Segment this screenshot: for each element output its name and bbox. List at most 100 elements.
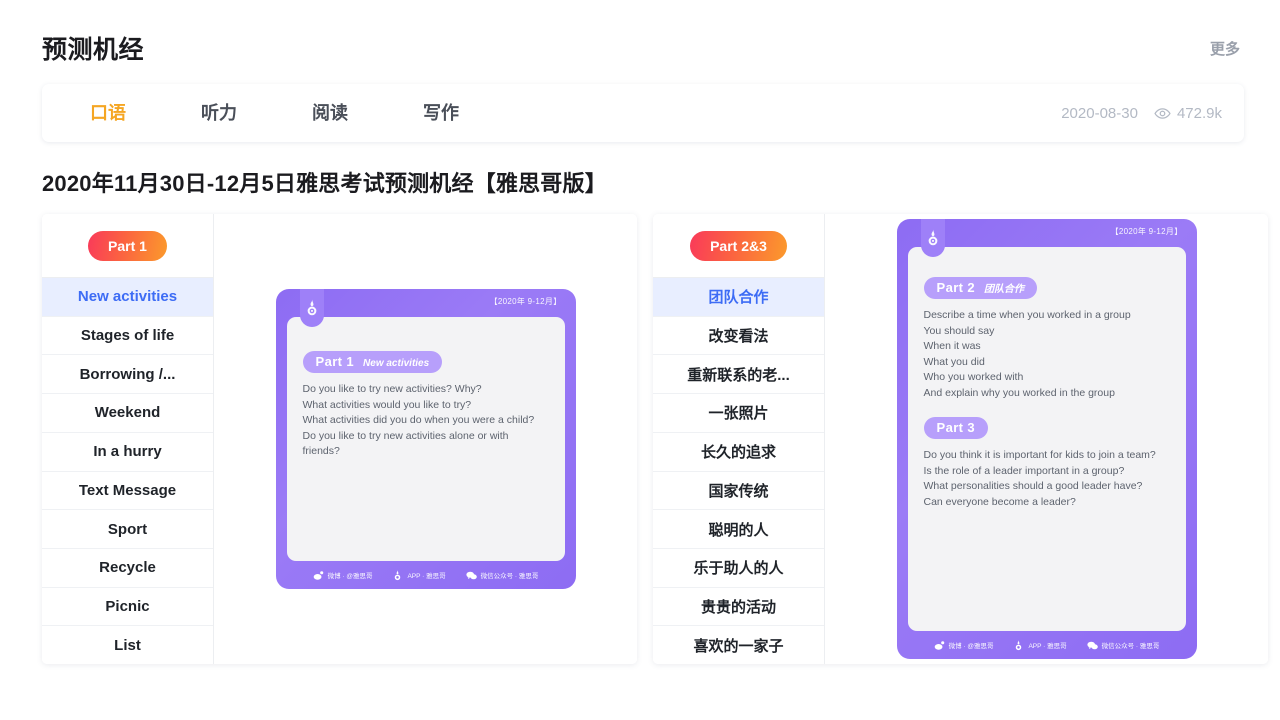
topic-list-part1: Part 1 New activities Stages of life Bor…: [42, 214, 214, 664]
list-item[interactable]: 乐于助人的人: [653, 549, 824, 588]
footer-wechat: 微信公众号 · 雅思哥: [466, 570, 539, 581]
poster-part-chip: Part 2 团队合作: [924, 277, 1038, 299]
poster-question: What personalities should a good leader …: [924, 479, 1170, 495]
footer-app-label: APP · 雅思哥: [407, 570, 445, 580]
tab-list: 口语 听力 阅读 写作: [64, 84, 514, 142]
poster-question: Is the role of a leader important in a g…: [924, 464, 1170, 480]
poster-footer-part23: 微博 · @雅思哥 APP · 雅思哥: [908, 631, 1186, 659]
poster-part-label: Part 3: [937, 420, 976, 435]
poster-topic-label: 团队合作: [984, 280, 1024, 295]
list-item[interactable]: 聪明的人: [653, 510, 824, 549]
top-header: 预测机经 更多: [0, 0, 1280, 70]
tab-writing[interactable]: 写作: [403, 84, 479, 142]
poster-question: And explain why you worked in the group: [924, 386, 1170, 402]
list-item[interactable]: New activities: [42, 278, 213, 317]
poster-card-part23[interactable]: 【2020年 9-12月】 Part 2 团队合作: [897, 219, 1197, 659]
poster-footer-part1: 微博 · @雅思哥 APP · 雅思哥: [287, 561, 565, 589]
list-item[interactable]: In a hurry: [42, 433, 213, 472]
poster-question: Do you like to try new activities alone …: [303, 429, 549, 460]
footer-weibo-label: 微博 · @雅思哥: [949, 640, 994, 650]
footer-weibo-label: 微博 · @雅思哥: [328, 570, 373, 580]
article-title: 2020年11月30日-12月5日雅思考试预测机经【雅思哥版】: [42, 166, 1280, 198]
footer-weibo: 微博 · @雅思哥: [934, 640, 994, 651]
list-item[interactable]: List: [42, 626, 213, 664]
list-item[interactable]: 国家传统: [653, 472, 824, 511]
poster-body-part1: Part 1 New activities Do you like to try…: [287, 317, 565, 561]
page-title: 预测机经: [42, 30, 144, 66]
topic-list-part23: Part 2&3 团队合作 改变看法 重新联系的老... 一张照片 长久的追求 …: [653, 214, 825, 664]
part23-badge[interactable]: Part 2&3: [690, 231, 787, 261]
poster-question: Can everyone become a leader?: [924, 495, 1170, 511]
preview-part1: 【2020年 9-12月】 Part 1 New activities: [214, 214, 637, 664]
poster-question: Do you like to try new activities? Why?: [303, 382, 549, 398]
poster-block-gap: [924, 401, 1170, 417]
poster-part-chip: Part 1 New activities: [303, 351, 443, 373]
flame-icon: [305, 299, 319, 317]
wechat-icon: [466, 570, 477, 581]
tab-reading[interactable]: 阅读: [292, 84, 368, 142]
list-item[interactable]: Sport: [42, 510, 213, 549]
list-item[interactable]: 贵贵的活动: [653, 588, 824, 627]
poster-question-list: Describe a time when you worked in a gro…: [924, 308, 1170, 401]
poster-question: Who you worked with: [924, 370, 1170, 386]
poster-topic-label: New activities: [363, 358, 429, 369]
poster-question: When it was: [924, 339, 1170, 355]
tab-listening[interactable]: 听力: [181, 84, 257, 142]
page-root: 预测机经 更多 口语 听力 阅读 写作 2020-08-30 472.9k 20…: [0, 0, 1280, 720]
list-item[interactable]: 喜欢的一家子: [653, 626, 824, 664]
part1-badge-header: Part 1: [42, 214, 213, 278]
view-count: 472.9k: [1154, 105, 1222, 122]
article-meta: 2020-08-30 472.9k: [1061, 105, 1222, 122]
panel-part1: Part 1 New activities Stages of life Bor…: [42, 214, 637, 664]
content-row: Part 1 New activities Stages of life Bor…: [42, 214, 1280, 664]
list-item[interactable]: Recycle: [42, 549, 213, 588]
footer-app: APP · 雅思哥: [1013, 640, 1066, 651]
preview-part23: 【2020年 9-12月】 Part 2 团队合作: [825, 214, 1268, 664]
poster-question: You should say: [924, 324, 1170, 340]
poster-part-label: Part 2: [937, 280, 976, 295]
poster-body-part23: Part 2 团队合作 Describe a time when you wor…: [908, 247, 1186, 631]
footer-weibo: 微博 · @雅思哥: [313, 570, 373, 581]
poster-question-list: Do you like to try new activities? Why? …: [303, 382, 549, 460]
footer-wechat: 微信公众号 · 雅思哥: [1087, 640, 1160, 651]
weibo-icon: [934, 640, 945, 651]
app-icon: [392, 570, 403, 581]
poster-corner-label: 【2020年 9-12月】: [490, 296, 562, 307]
list-item[interactable]: 团队合作: [653, 278, 824, 317]
publish-date: 2020-08-30: [1061, 105, 1138, 122]
footer-app-label: APP · 雅思哥: [1028, 640, 1066, 650]
more-link[interactable]: 更多: [1210, 38, 1240, 59]
poster-question: Describe a time when you worked in a gro…: [924, 308, 1170, 324]
poster-card-part1[interactable]: 【2020年 9-12月】 Part 1 New activities: [276, 289, 576, 589]
tab-speaking[interactable]: 口语: [70, 84, 146, 142]
poster-question: Do you think it is important for kids to…: [924, 448, 1170, 464]
tab-bar: 口语 听力 阅读 写作 2020-08-30 472.9k: [42, 84, 1244, 142]
view-count-label: 472.9k: [1177, 105, 1222, 122]
poster-question: What activities did you do when you were…: [303, 413, 549, 429]
list-item[interactable]: Borrowing /...: [42, 355, 213, 394]
list-item[interactable]: 改变看法: [653, 317, 824, 356]
poster-part-chip: Part 3: [924, 417, 989, 439]
list-item[interactable]: 长久的追求: [653, 433, 824, 472]
poster-question-list: Do you think it is important for kids to…: [924, 448, 1170, 510]
list-item[interactable]: Text Message: [42, 472, 213, 511]
weibo-icon: [313, 570, 324, 581]
panel-part23: Part 2&3 团队合作 改变看法 重新联系的老... 一张照片 长久的追求 …: [653, 214, 1268, 664]
poster-part-label: Part 1: [316, 354, 355, 369]
footer-wechat-label: 微信公众号 · 雅思哥: [1102, 640, 1160, 650]
list-item[interactable]: Stages of life: [42, 317, 213, 356]
list-item[interactable]: 重新联系的老...: [653, 355, 824, 394]
list-item[interactable]: Picnic: [42, 588, 213, 627]
footer-wechat-label: 微信公众号 · 雅思哥: [481, 570, 539, 580]
flame-icon: [926, 229, 940, 247]
part1-badge[interactable]: Part 1: [88, 231, 167, 261]
poster-badge-tab: [921, 219, 945, 257]
list-item[interactable]: 一张照片: [653, 394, 824, 433]
list-item[interactable]: Weekend: [42, 394, 213, 433]
wechat-icon: [1087, 640, 1098, 651]
eye-icon: [1154, 105, 1171, 122]
part23-badge-header: Part 2&3: [653, 214, 824, 278]
footer-app: APP · 雅思哥: [392, 570, 445, 581]
app-icon: [1013, 640, 1024, 651]
poster-badge-tab: [300, 289, 324, 327]
